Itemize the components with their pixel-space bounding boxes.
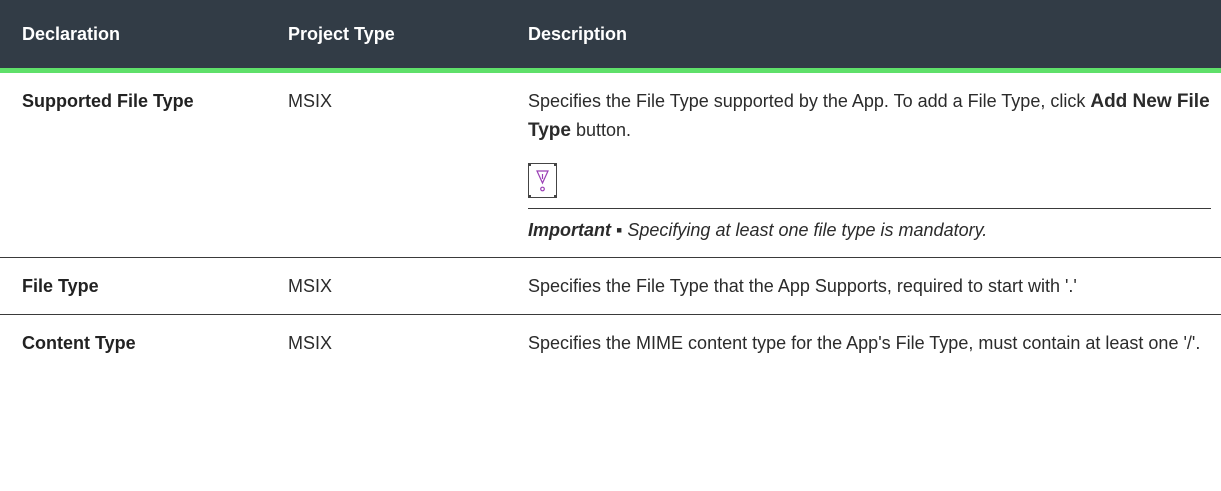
- description-cell: Specifies the File Type supported by the…: [506, 70, 1221, 258]
- table-header: Declaration Project Type Description: [0, 0, 1221, 73]
- declaration-cell: Supported File Type: [0, 70, 266, 258]
- description-cell: Specifies the MIME content type for the …: [528, 333, 1201, 353]
- important-icon: [528, 163, 557, 198]
- declaration-cell: Content Type: [22, 333, 136, 353]
- project-type-cell: MSIX: [288, 333, 333, 353]
- declarations-table: Declaration Project Type Description Sup…: [0, 0, 1221, 371]
- description-text-end: button.: [570, 120, 631, 140]
- description-text-start: Specifies the File Type supported by the…: [528, 91, 1091, 111]
- description-cell: Specifies the File Type that the App Sup…: [506, 257, 1221, 315]
- important-note: Important ▪ Specifying at least one file…: [528, 209, 1211, 243]
- table-row: Supported File Type MSIX Specifies the F…: [0, 70, 1221, 258]
- description-text: Specifies the File Type supported by the…: [528, 87, 1211, 145]
- declaration-cell: File Type: [0, 257, 266, 315]
- header-row: Declaration Project Type Description: [0, 0, 1221, 73]
- header-project-type: Project Type: [266, 0, 506, 73]
- important-note-text: Specifying at least one file type is man…: [622, 220, 988, 240]
- project-type-cell: MSIX: [266, 70, 506, 258]
- important-note-label: Important ▪: [528, 220, 623, 240]
- project-type-cell: MSIX: [266, 257, 506, 315]
- table-row: File Type MSIX Specifies the File Type t…: [0, 257, 1221, 315]
- header-description: Description: [506, 0, 1221, 73]
- table-row: Content Type MSIX Specifies the MIME con…: [0, 315, 1221, 372]
- header-declaration: Declaration: [0, 0, 266, 73]
